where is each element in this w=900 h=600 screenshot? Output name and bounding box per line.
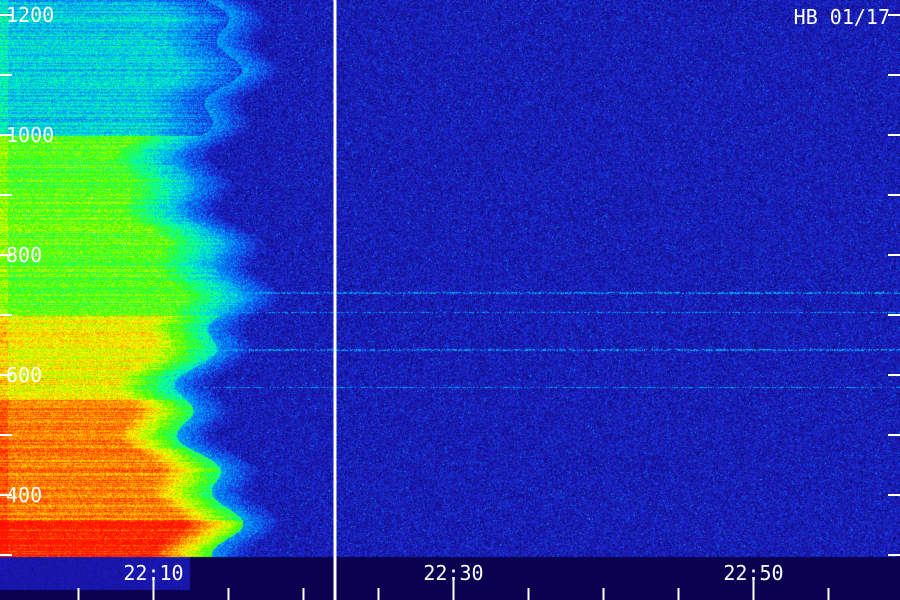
x-tick-label: 22:10	[123, 561, 183, 585]
chart-title: HB 01/17	[794, 5, 890, 29]
y-tick-label: 600	[6, 363, 42, 387]
y-ticks-left	[0, 14, 12, 556]
y-tick-label: 1200	[6, 3, 54, 27]
y-tick-label: 1000	[6, 123, 54, 147]
y-tick-label: 800	[6, 243, 42, 267]
axes-overlay: 1200 1000 800 600 400 22:10 22:30 22:50 HB 01/…	[0, 0, 900, 600]
x-tick-label: 22:30	[423, 561, 483, 585]
x-tick-label: 22:50	[723, 561, 783, 585]
x-tick-labels: 22:10 22:30 22:50	[123, 561, 783, 585]
spectrogram-panel: 1200 1000 800 600 400 22:10 22:30 22:50 HB 01/…	[0, 0, 900, 600]
y-ticks-right	[888, 14, 900, 556]
y-tick-label: 400	[6, 483, 42, 507]
y-tick-labels: 1200 1000 800 600 400	[6, 3, 54, 507]
